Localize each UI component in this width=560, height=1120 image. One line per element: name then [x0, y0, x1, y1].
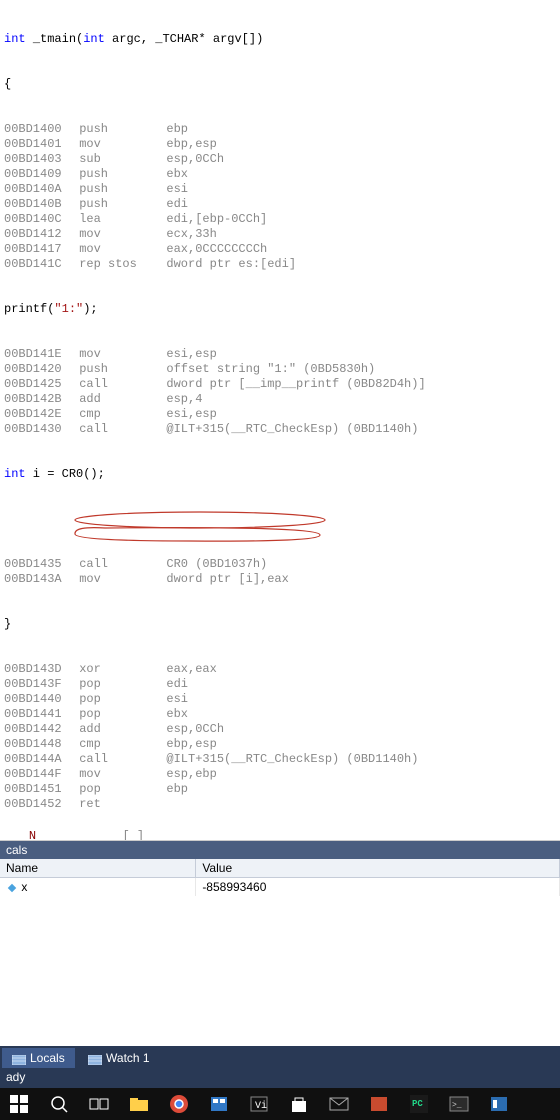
var-cell: x	[0, 878, 196, 897]
source-line-int: int i = CR0();	[4, 467, 556, 482]
svg-text:Vi: Vi	[255, 1100, 267, 1112]
asm-line[interactable]: 00BD1400 push ebp	[4, 122, 556, 137]
disassembly-view[interactable]: int _tmain(int argc, _TCHAR* argv[]) { 0…	[0, 0, 560, 829]
asm-line[interactable]: 00BD1451 pop ebp	[4, 782, 556, 797]
app-icon-2[interactable]	[368, 1093, 390, 1115]
source-line-sig: int _tmain(int argc, _TCHAR* argv[])	[4, 32, 556, 47]
asm-line[interactable]: 00BD141E mov esi,esp	[4, 347, 556, 362]
asm-line[interactable]: 00BD1417 mov eax,0CCCCCCCCh	[4, 242, 556, 257]
status-bar: ady	[0, 1068, 560, 1088]
tab-locals[interactable]: Locals	[2, 1048, 75, 1068]
variable-icon	[6, 882, 18, 894]
windows-taskbar[interactable]: Vi PC >_	[0, 1088, 560, 1120]
asm-line[interactable]: 00BD141C rep stos dword ptr es:[edi]	[4, 257, 556, 272]
tab-watch[interactable]: Watch 1	[78, 1048, 160, 1068]
search-icon[interactable]	[48, 1093, 70, 1115]
control-panel-icon[interactable]	[208, 1093, 230, 1115]
table-row[interactable]: x -858993460	[0, 878, 560, 897]
asm-line[interactable]: 00BD1430 call @ILT+315(__RTC_CheckEsp) (…	[4, 422, 556, 437]
value-cell: -858993460	[196, 878, 560, 897]
brace-open: {	[4, 77, 556, 92]
chrome-icon[interactable]	[168, 1093, 190, 1115]
mail-icon[interactable]	[328, 1093, 350, 1115]
asm-line[interactable]: 00BD1440 pop esi	[4, 692, 556, 707]
watch-tab-icon	[88, 1054, 102, 1064]
asm-line[interactable]: 00BD1403 sub esp,0CCh	[4, 152, 556, 167]
asm-line[interactable]: 00BD143D xor eax,eax	[4, 662, 556, 677]
source-line-printf: printf("1:");	[4, 302, 556, 317]
task-view-icon[interactable]	[88, 1093, 110, 1115]
app-icon-1[interactable]: Vi	[248, 1093, 270, 1115]
asm-line[interactable]: 00BD143A mov dword ptr [i],eax	[4, 572, 556, 587]
asm-line[interactable]: 00BD140A push esi	[4, 182, 556, 197]
asm-line[interactable]: 00BD1412 mov ecx,33h	[4, 227, 556, 242]
asm-line[interactable]: 00BD1425 call dword ptr [__imp__printf (…	[4, 377, 556, 392]
asm-line[interactable]: 00BD143F pop edi	[4, 677, 556, 692]
locals-panel: cals Name Value x -858993460	[0, 841, 560, 1046]
col-name[interactable]: Name	[0, 859, 196, 878]
svg-text:>_: >_	[452, 1101, 462, 1110]
asm-line[interactable]: 00BD1452 ret	[4, 797, 556, 812]
asm-line[interactable]: 00BD1401 mov ebp,esp	[4, 137, 556, 152]
asm-line[interactable]: 00BD1420 push offset string "1:" (0BD583…	[4, 362, 556, 377]
asm-line[interactable]: 00BD1441 pop ebx	[4, 707, 556, 722]
asm-line[interactable]: 00BD1409 push ebx	[4, 167, 556, 182]
truncated-line: N [ ]	[0, 829, 560, 841]
explorer-icon[interactable]	[128, 1093, 150, 1115]
brace-close: }	[4, 617, 556, 632]
asm-line[interactable]: 00BD140B push edi	[4, 197, 556, 212]
asm-line[interactable]: 00BD144F mov esp,ebp	[4, 767, 556, 782]
terminal-icon[interactable]: >_	[448, 1093, 470, 1115]
locals-title: cals	[0, 841, 560, 859]
asm-line[interactable]: 00BD144A call @ILT+315(__RTC_CheckEsp) (…	[4, 752, 556, 767]
asm-line[interactable]: 00BD1442 add esp,0CCh	[4, 722, 556, 737]
asm-line[interactable]: 00BD142B add esp,4	[4, 392, 556, 407]
svg-text:PC: PC	[412, 1099, 423, 1109]
locals-table[interactable]: Name Value x -858993460	[0, 859, 560, 896]
asm-line[interactable]: 00BD1435 call CR0 (0BD1037h)	[4, 557, 556, 572]
asm-line[interactable]: 00BD142E cmp esi,esp	[4, 407, 556, 422]
col-value[interactable]: Value	[196, 859, 560, 878]
annotation-ellipses	[70, 510, 400, 542]
pycharm-icon[interactable]: PC	[408, 1093, 430, 1115]
locals-tab-icon	[12, 1054, 26, 1064]
start-icon[interactable]	[8, 1093, 30, 1115]
panel-tabs: Locals Watch 1	[0, 1046, 560, 1068]
locals-empty-area	[0, 896, 560, 1046]
asm-line[interactable]: 00BD140C lea edi,[ebp-0CCh]	[4, 212, 556, 227]
app-icon-3[interactable]	[488, 1093, 510, 1115]
asm-line[interactable]: 00BD1448 cmp ebp,esp	[4, 737, 556, 752]
store-icon[interactable]	[288, 1093, 310, 1115]
